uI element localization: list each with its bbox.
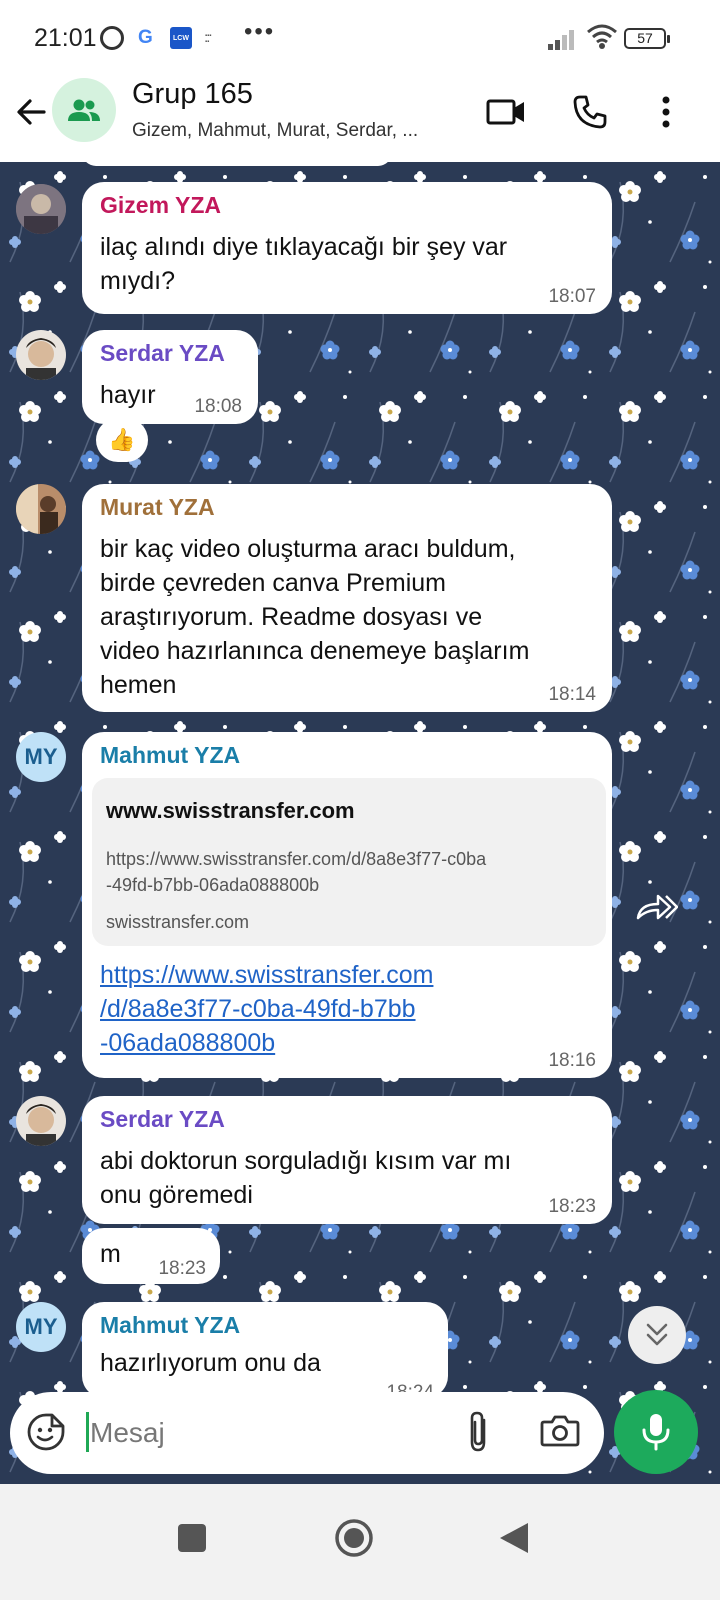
battery-icon: 57	[624, 28, 670, 49]
chat-area[interactable]: Gizem YZA ilaç alındı diye tıklayacağı b…	[0, 162, 720, 1512]
message-bubble[interactable]: Serdar YZA hayır 18:08	[82, 330, 258, 424]
avatar[interactable]: MY	[16, 732, 66, 782]
message-line: abi doktorun sorguladığı kısım var mı	[100, 1147, 512, 1175]
google-icon: G	[138, 27, 153, 48]
back-nav-button[interactable]	[492, 1516, 536, 1560]
wifi-icon	[587, 24, 617, 49]
camera-icon[interactable]	[540, 1412, 580, 1453]
recents-button[interactable]	[170, 1516, 214, 1560]
chat-header: Grup 165 Gizem, Mahmut, Murat, Serdar, .…	[0, 78, 720, 162]
message-input[interactable]	[90, 1410, 450, 1456]
message-time: 18:23	[158, 1258, 206, 1279]
link-preview[interactable]: www.swisstransfer.com https://www.swisst…	[92, 778, 606, 946]
message-line: mıydı?	[100, 267, 176, 295]
sticker-icon[interactable]	[26, 1412, 66, 1457]
lcw-app-icon: LCW	[170, 27, 192, 49]
message-text: hazırlıyorum onu da	[100, 1349, 321, 1377]
message-line: hemen	[100, 671, 177, 699]
signal-icon	[548, 28, 578, 50]
message-link[interactable]: https://www.swisstransfer.com /d/8a8e3f7…	[100, 958, 433, 1060]
text-caret	[86, 1412, 89, 1452]
message-time: 18:16	[548, 1050, 596, 1071]
more-vert-icon[interactable]	[644, 90, 688, 134]
group-icon	[68, 99, 100, 121]
previous-message-bubble[interactable]	[82, 162, 392, 166]
message-text: ilaç alındı diye tıklayacağı bir şey var…	[100, 230, 507, 298]
message-line: araştırıyorum. Readme dosyası ve	[100, 603, 483, 631]
mic-button[interactable]	[614, 1390, 698, 1474]
double-chevron-down-icon	[646, 1323, 668, 1346]
sender-name[interactable]: Serdar YZA	[100, 1106, 225, 1133]
link-preview-domain: swisstransfer.com	[106, 912, 250, 932]
message-text: m	[100, 1240, 121, 1268]
chat-members[interactable]: Gizem, Mahmut, Murat, Serdar, ...	[132, 120, 418, 142]
sender-name[interactable]: Murat YZA	[100, 494, 215, 521]
link-preview-title: www.swisstransfer.com	[106, 798, 355, 823]
sender-name[interactable]: Mahmut YZA	[100, 1312, 240, 1339]
avatar[interactable]: MY	[16, 1302, 66, 1352]
mic-icon	[642, 1414, 670, 1451]
reaction-badge[interactable]: 👍	[96, 418, 148, 462]
message-line: ilaç alındı diye tıklayacağı bir şey var	[100, 233, 508, 261]
avatar[interactable]	[16, 1096, 66, 1146]
home-button[interactable]	[332, 1516, 376, 1560]
link-line[interactable]: https://www.swisstransfer.com	[100, 958, 433, 992]
message-composer	[10, 1392, 604, 1474]
message-text: hayır	[100, 381, 156, 409]
forward-icon[interactable]	[636, 892, 679, 927]
system-nav-bar	[0, 1484, 720, 1600]
status-bar: 21:01 G LCW ▪▪▪ ▪▪ ••• 57	[0, 0, 720, 78]
avatar[interactable]	[16, 330, 66, 380]
message-time: 18:08	[194, 396, 242, 417]
avatar[interactable]	[16, 184, 66, 234]
message-text: abi doktorun sorguladığı kısım var mı on…	[100, 1144, 511, 1212]
paperclip-icon[interactable]	[462, 1410, 494, 1459]
message-bubble[interactable]: Serdar YZA abi doktorun sorguladığı kısı…	[82, 1096, 612, 1224]
scroll-to-bottom-button[interactable]	[628, 1306, 686, 1364]
alarm-icon	[100, 26, 124, 50]
message-bubble[interactable]: Gizem YZA ilaç alındı diye tıklayacağı b…	[82, 182, 612, 314]
notification-app-icon: ▪▪▪ ▪▪	[205, 33, 212, 45]
sender-name[interactable]: Gizem YZA	[100, 192, 221, 219]
message-line: birde çevreden canva Premium	[100, 569, 446, 597]
arrow-left-icon[interactable]	[14, 94, 50, 130]
group-avatar[interactable]	[52, 78, 116, 142]
message-bubble[interactable]: m 18:23	[82, 1228, 220, 1284]
phone-icon[interactable]	[568, 90, 612, 134]
link-line[interactable]: -06ada088800b	[100, 1026, 433, 1060]
message-line: bir kaç video oluşturma aracı buldum,	[100, 535, 516, 563]
message-bubble[interactable]: Mahmut YZA www.swisstransfer.com https:/…	[82, 732, 612, 1078]
link-preview-url: https://www.swisstransfer.com/d/8a8e3f77…	[106, 846, 596, 898]
message-time: 18:23	[548, 1196, 596, 1217]
message-bubble[interactable]: Mahmut YZA hazırlıyorum onu da 18:24	[82, 1302, 448, 1403]
message-text: bir kaç video oluşturma aracı buldum, bi…	[100, 532, 529, 702]
chat-title[interactable]: Grup 165	[132, 78, 253, 111]
message-line: onu göremedi	[100, 1181, 253, 1209]
video-call-icon[interactable]	[484, 90, 528, 134]
link-preview-url-line: https://www.swisstransfer.com/d/8a8e3f77…	[106, 849, 487, 869]
more-notifications-icon: •••	[244, 18, 276, 45]
message-line: video hazırlanınca denemeye başlarım	[100, 637, 530, 665]
sender-name[interactable]: Mahmut YZA	[100, 742, 240, 769]
link-line[interactable]: /d/8a8e3f77-c0ba-49fd-b7bb	[100, 992, 433, 1026]
message-bubble[interactable]: Murat YZA bir kaç video oluşturma aracı …	[82, 484, 612, 712]
avatar[interactable]	[16, 484, 66, 534]
sender-name[interactable]: Serdar YZA	[100, 340, 225, 367]
message-time: 18:14	[548, 684, 596, 705]
link-preview-url-line: -49fd-b7bb-06ada088800b	[106, 875, 320, 895]
message-time: 18:07	[548, 286, 596, 307]
